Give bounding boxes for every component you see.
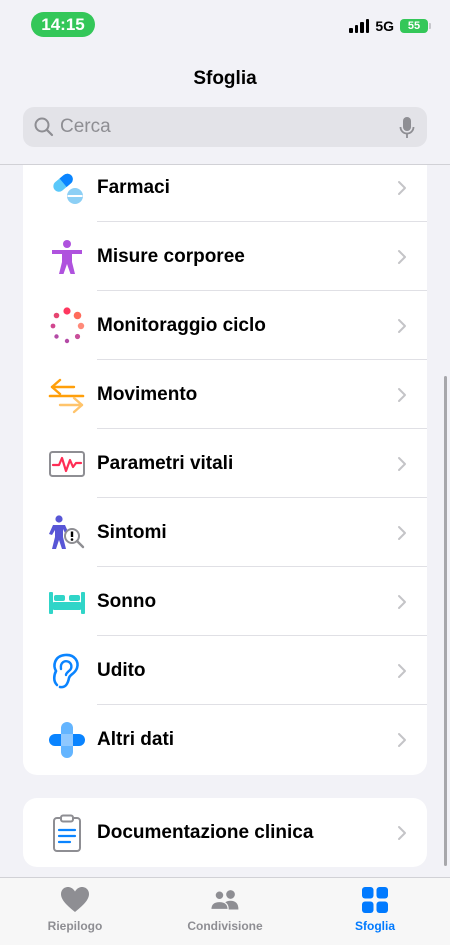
battery-level: 55: [407, 20, 421, 32]
category-row-udito[interactable]: Udito: [23, 636, 427, 705]
category-label: Parametri vitali: [97, 452, 234, 474]
clinical-records-card[interactable]: Documentazione clinica: [23, 798, 427, 867]
heart-icon: [60, 886, 90, 914]
page-title: Sfoglia: [193, 68, 257, 89]
status-indicators: 5G 55: [349, 16, 431, 36]
chevron-right-icon: [398, 663, 406, 678]
clinical-records-row[interactable]: Documentazione clinica: [23, 798, 427, 867]
chevron-right-icon: [398, 456, 406, 471]
chevron-right-icon: [398, 318, 406, 333]
tab-label: Condivisione: [187, 919, 263, 933]
chevron-right-icon: [398, 594, 406, 609]
clipboard-icon: [48, 814, 86, 852]
category-label: Sonno: [97, 590, 157, 612]
microphone-icon[interactable]: [399, 116, 415, 140]
search-input[interactable]: Cerca: [23, 107, 427, 147]
status-bar: 14:15 5G 55: [0, 0, 450, 50]
pills-icon: [48, 169, 86, 207]
vitals-monitor-icon: [48, 445, 86, 483]
category-row-movimento[interactable]: Movimento: [23, 360, 427, 429]
tab-label: Sfoglia: [354, 919, 395, 933]
chevron-right-icon: [398, 732, 406, 747]
plus-icon: [48, 721, 86, 759]
category-row-sonno[interactable]: Sonno: [23, 567, 427, 636]
chevron-right-icon: [398, 249, 406, 264]
clinical-records-label: Documentazione clinica: [97, 821, 314, 843]
category-row-misure-corporee[interactable]: Misure corporee: [23, 222, 427, 291]
tab-sfoglia[interactable]: Sfoglia: [300, 886, 450, 941]
category-row-sintomi[interactable]: Sintomi: [23, 498, 427, 567]
symptoms-icon: [48, 514, 86, 552]
category-row-altri-dati[interactable]: Altri dati: [23, 705, 427, 774]
tab-condivisione[interactable]: Condivisione: [150, 886, 300, 941]
grid-icon: [360, 886, 390, 914]
people-icon: [210, 886, 240, 914]
scrollbar[interactable]: [444, 376, 447, 866]
arrows-icon: [48, 376, 86, 414]
network-type: 5G: [375, 18, 394, 34]
category-label: Sintomi: [97, 521, 167, 543]
search-placeholder: Cerca: [60, 116, 111, 137]
category-row-parametri-vitali[interactable]: Parametri vitali: [23, 429, 427, 498]
chevron-right-icon: [398, 825, 406, 840]
category-list: Farmaci Misure corporee Monitoraggio cic…: [23, 165, 427, 775]
category-row-farmaci[interactable]: Farmaci: [23, 165, 427, 222]
chevron-right-icon: [398, 387, 406, 402]
bed-icon: [48, 583, 86, 621]
signal-icon: [349, 19, 370, 33]
category-label: Altri dati: [97, 728, 175, 750]
status-time: 14:15: [31, 12, 95, 37]
cycle-dots-icon: [48, 306, 86, 345]
battery-icon: 55: [400, 19, 431, 33]
category-row-monitoraggio-ciclo[interactable]: Monitoraggio ciclo: [23, 291, 427, 360]
tab-bar: Riepilogo Condivisione Sfoglia: [0, 877, 450, 945]
body-figure-icon: [48, 238, 86, 276]
category-label: Farmaci: [97, 176, 170, 198]
search-icon: [34, 117, 54, 137]
tab-riepilogo[interactable]: Riepilogo: [0, 886, 150, 941]
tab-label: Riepilogo: [47, 919, 103, 933]
category-label: Misure corporee: [97, 245, 245, 267]
category-label: Movimento: [97, 383, 198, 405]
category-label: Monitoraggio ciclo: [97, 314, 266, 336]
category-label: Udito: [97, 659, 146, 681]
chevron-right-icon: [398, 525, 406, 540]
ear-icon: [48, 652, 86, 690]
chevron-right-icon: [398, 180, 406, 195]
